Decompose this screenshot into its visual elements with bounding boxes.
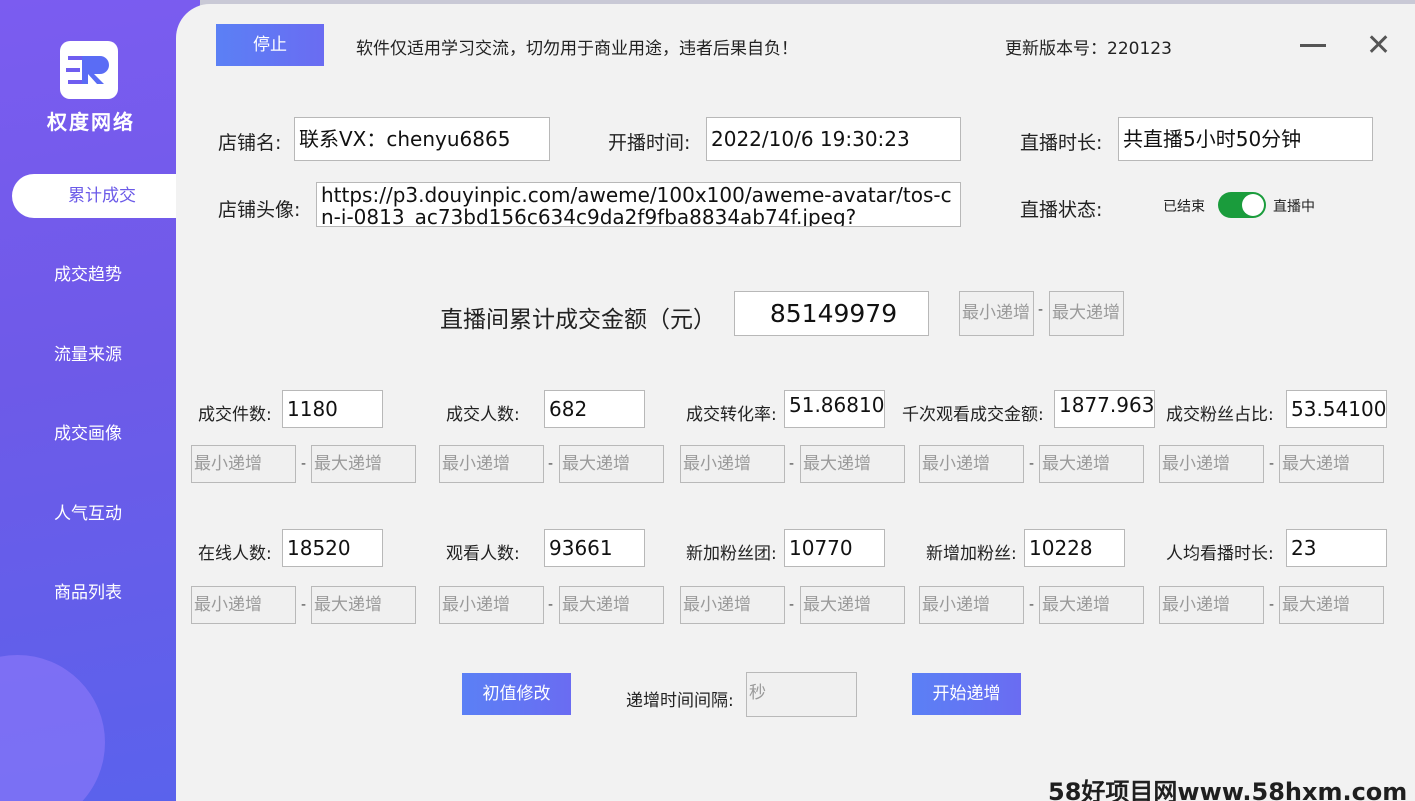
max-increment-input[interactable]: 最大递增 — [311, 586, 416, 624]
duration-field[interactable]: 共直播5小时50分钟 — [1118, 117, 1373, 161]
max-increment-input[interactable]: 最大递增 — [800, 586, 905, 624]
range-dash: - — [1029, 456, 1035, 472]
live-status-label: 直播状态: — [1020, 199, 1103, 221]
metric-label: 成交粉丝占比: — [1166, 405, 1274, 425]
max-increment-input[interactable]: 最大递增 — [559, 445, 664, 483]
min-increment-input[interactable]: 最小递增 — [680, 586, 785, 624]
start-time-field[interactable]: 2022/10/6 19:30:23 — [706, 117, 961, 161]
online-users-field[interactable]: 18520 — [282, 529, 383, 567]
logo-text: 权度网络 — [47, 110, 135, 134]
nav-item-buyer-profile[interactable]: 成交画像 — [0, 412, 176, 456]
min-increment-input[interactable]: 最小递增 — [680, 445, 785, 483]
range-dash: - — [1269, 456, 1275, 472]
nav-item-traffic-source[interactable]: 流量来源 — [0, 333, 176, 377]
total-min-increment-input[interactable]: 最小递增 — [959, 291, 1034, 336]
minimize-icon[interactable] — [1300, 44, 1326, 47]
metric-label: 成交件数: — [198, 405, 272, 425]
shop-name-field[interactable]: 联系VX：chenyu6865 — [294, 117, 550, 161]
metric-label: 新增加粉丝: — [926, 544, 1017, 564]
total-amount-field[interactable]: 85149979 — [734, 291, 929, 336]
max-increment-input[interactable]: 最大递增 — [800, 445, 905, 483]
conversion-rate-field[interactable]: 51.868100 — [784, 390, 885, 428]
min-increment-input[interactable]: 最小递增 — [919, 445, 1024, 483]
new-fan-club-field[interactable]: 10770 — [784, 529, 885, 567]
watermark: 58好项目网www.58hxm.com — [1048, 778, 1408, 801]
nav-item-product-list[interactable]: 商品列表 — [0, 571, 176, 615]
status-on-label: 直播中 — [1273, 199, 1315, 215]
metric-label: 成交人数: — [446, 405, 520, 425]
nav-item-sales-trend[interactable]: 成交趋势 — [0, 253, 176, 297]
nav-item-engagement[interactable]: 人气互动 — [0, 492, 176, 536]
new-followers-field[interactable]: 10228 — [1024, 529, 1125, 567]
stop-button[interactable]: 停止 — [216, 24, 324, 66]
fan-ratio-field[interactable]: 53.54100 — [1286, 390, 1387, 428]
metric-label: 在线人数: — [198, 544, 272, 564]
range-dash: - — [301, 597, 307, 613]
start-time-label: 开播时间: — [608, 132, 691, 154]
avatar-url-field[interactable]: https://p3.douyinpic.com/aweme/100x100/a… — [316, 182, 961, 227]
range-dash: - — [789, 456, 795, 472]
start-increment-button[interactable]: 开始递增 — [912, 673, 1021, 715]
disclaimer-notice: 软件仅适用学习交流，切勿用于商业用途，违者后果自负！ — [356, 39, 798, 59]
metric-label: 新加粉丝团: — [686, 544, 777, 564]
max-increment-input[interactable]: 最大递增 — [311, 445, 416, 483]
min-increment-input[interactable]: 最小递增 — [439, 445, 544, 483]
min-increment-input[interactable]: 最小递增 — [439, 586, 544, 624]
shop-name-label: 店铺名: — [218, 132, 282, 154]
min-increment-input[interactable]: 最小递增 — [191, 445, 296, 483]
gpm-field[interactable]: 1877.9634 — [1054, 390, 1155, 428]
metric-label: 观看人数: — [446, 544, 520, 564]
avg-watch-time-field[interactable]: 23 — [1286, 529, 1387, 567]
range-dash: - — [789, 597, 795, 613]
min-increment-input[interactable]: 最小递增 — [1159, 445, 1264, 483]
range-dash: - — [301, 456, 307, 472]
total-amount-label: 直播间累计成交金额（元） — [440, 307, 716, 333]
range-dash: - — [1038, 302, 1044, 318]
status-off-label: 已结束 — [1163, 199, 1205, 215]
decorative-circle — [0, 655, 105, 801]
interval-seconds-input[interactable]: 秒 — [746, 672, 857, 717]
max-increment-input[interactable]: 最大递增 — [1279, 586, 1384, 624]
app-logo-icon — [60, 41, 118, 99]
sidebar: 权度网络 累计成交 成交趋势 流量来源 成交画像 人气互动 商品列表 — [0, 0, 200, 801]
range-dash: - — [548, 597, 554, 613]
items-sold-field[interactable]: 1180 — [282, 390, 383, 428]
viewers-field[interactable]: 93661 — [544, 529, 645, 567]
total-max-increment-input[interactable]: 最大递增 — [1049, 291, 1124, 336]
buyers-count-field[interactable]: 682 — [544, 390, 645, 428]
close-icon[interactable]: ✕ — [1366, 28, 1391, 63]
range-dash: - — [1269, 597, 1275, 613]
min-increment-input[interactable]: 最小递增 — [1159, 586, 1264, 624]
max-increment-input[interactable]: 最大递增 — [1279, 445, 1384, 483]
metric-label: 人均看播时长: — [1166, 544, 1274, 564]
live-status-toggle[interactable] — [1218, 192, 1266, 218]
max-increment-input[interactable]: 最大递增 — [559, 586, 664, 624]
metric-label: 成交转化率: — [686, 405, 777, 425]
nav-item-cumulative-sales[interactable]: 累计成交 — [12, 174, 192, 218]
max-increment-input[interactable]: 最大递增 — [1039, 586, 1144, 624]
interval-label: 递增时间间隔: — [626, 691, 734, 711]
max-increment-input[interactable]: 最大递增 — [1039, 445, 1144, 483]
avatar-label: 店铺头像: — [218, 199, 301, 221]
range-dash: - — [548, 456, 554, 472]
init-edit-button[interactable]: 初值修改 — [462, 673, 571, 715]
min-increment-input[interactable]: 最小递增 — [919, 586, 1024, 624]
range-dash: - — [1029, 597, 1035, 613]
version-label: 更新版本号：220123 — [1005, 39, 1172, 59]
main-panel: 停止 软件仅适用学习交流，切勿用于商业用途，违者后果自负！ 更新版本号：2201… — [176, 4, 1415, 801]
duration-label: 直播时长: — [1020, 132, 1103, 154]
min-increment-input[interactable]: 最小递增 — [191, 586, 296, 624]
toggle-knob — [1242, 194, 1264, 216]
metric-label: 千次观看成交金额: — [902, 405, 1044, 425]
